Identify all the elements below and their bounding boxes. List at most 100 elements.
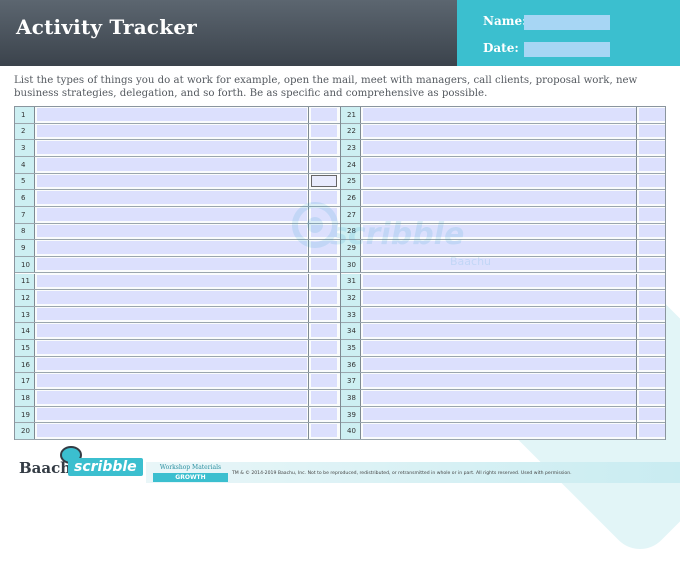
time-field[interactable] <box>311 191 337 204</box>
activity-field[interactable] <box>37 157 307 171</box>
activity-field[interactable] <box>37 291 307 304</box>
activity-field[interactable] <box>37 374 307 388</box>
time-field[interactable] <box>639 157 665 171</box>
activity-field[interactable] <box>363 257 636 271</box>
time-field[interactable] <box>639 124 665 138</box>
date-field[interactable] <box>524 42 610 57</box>
activity-field[interactable] <box>37 341 307 354</box>
activity-field[interactable] <box>37 141 307 154</box>
row-number: 22 <box>341 123 361 140</box>
time-field[interactable] <box>639 357 665 371</box>
activity-field[interactable] <box>37 257 307 271</box>
time-field[interactable] <box>639 141 665 154</box>
time-field[interactable] <box>311 108 337 121</box>
activity-field[interactable] <box>37 391 307 404</box>
time-field[interactable] <box>639 424 665 437</box>
time-field[interactable] <box>311 424 337 437</box>
time-field[interactable] <box>311 307 337 321</box>
activity-field[interactable] <box>37 307 307 321</box>
time-field[interactable] <box>311 357 337 371</box>
time-field[interactable] <box>639 291 665 304</box>
activity-field[interactable] <box>37 424 307 437</box>
time-field[interactable] <box>311 224 337 238</box>
activity-field[interactable] <box>37 224 307 238</box>
activity-field[interactable] <box>363 108 636 121</box>
time-field[interactable] <box>639 207 665 221</box>
row-number: 32 <box>341 290 361 306</box>
time-field[interactable] <box>311 241 337 254</box>
activity-field[interactable] <box>37 191 307 204</box>
time-field[interactable] <box>311 207 337 221</box>
time-field[interactable] <box>311 274 337 288</box>
activity-field[interactable] <box>363 124 636 138</box>
activity-field[interactable] <box>37 274 307 288</box>
time-field[interactable] <box>311 291 337 304</box>
activity-field[interactable] <box>363 241 636 254</box>
time-field[interactable] <box>639 407 665 421</box>
time-field[interactable] <box>639 274 665 288</box>
time-field[interactable] <box>639 391 665 404</box>
cell-divider <box>636 423 637 439</box>
time-field[interactable] <box>639 341 665 354</box>
table-row: 2 <box>15 123 340 141</box>
activity-field[interactable] <box>363 424 636 437</box>
name-field[interactable] <box>524 15 610 30</box>
activity-field[interactable] <box>363 357 636 371</box>
activity-field[interactable] <box>37 357 307 371</box>
activity-field[interactable] <box>37 108 307 121</box>
date-label: Date: <box>483 41 519 55</box>
activity-field[interactable] <box>37 124 307 138</box>
time-field[interactable] <box>311 374 337 388</box>
time-field[interactable] <box>639 374 665 388</box>
activity-field[interactable] <box>37 207 307 221</box>
activity-field[interactable] <box>363 157 636 171</box>
activity-field[interactable] <box>363 307 636 321</box>
time-field[interactable] <box>639 108 665 121</box>
row-number: 30 <box>341 256 361 273</box>
time-field[interactable] <box>639 307 665 321</box>
time-field[interactable] <box>311 407 337 421</box>
activity-field[interactable] <box>37 324 307 338</box>
time-field[interactable] <box>311 257 337 271</box>
time-field[interactable] <box>639 224 665 238</box>
time-field[interactable] <box>639 324 665 338</box>
activity-field[interactable] <box>363 407 636 421</box>
activity-field[interactable] <box>363 207 636 221</box>
time-field[interactable] <box>311 341 337 354</box>
cell-divider <box>308 123 309 140</box>
time-field[interactable] <box>639 191 665 204</box>
activity-field[interactable] <box>363 274 636 288</box>
row-number: 38 <box>341 390 361 406</box>
activity-field[interactable] <box>363 374 636 388</box>
table-row: 9 <box>15 240 340 257</box>
time-field[interactable] <box>639 174 665 188</box>
activity-field[interactable] <box>363 391 636 404</box>
activity-field[interactable] <box>363 174 636 188</box>
activity-field[interactable] <box>363 324 636 338</box>
row-number: 36 <box>341 356 361 373</box>
cell-divider <box>636 256 637 273</box>
activity-field[interactable] <box>363 291 636 304</box>
time-field[interactable] <box>311 157 337 171</box>
time-field[interactable] <box>639 257 665 271</box>
table-row: 7 <box>15 206 340 224</box>
activity-field[interactable] <box>37 174 307 188</box>
row-number: 13 <box>15 306 35 323</box>
time-field[interactable] <box>639 241 665 254</box>
row-number: 7 <box>15 206 35 223</box>
time-field[interactable] <box>311 391 337 404</box>
time-field[interactable] <box>311 174 337 188</box>
activity-field[interactable] <box>37 241 307 254</box>
activity-field[interactable] <box>37 407 307 421</box>
time-field[interactable] <box>311 124 337 138</box>
row-number: 14 <box>15 323 35 340</box>
cell-divider <box>308 290 309 306</box>
time-field[interactable] <box>311 141 337 154</box>
activity-field[interactable] <box>363 224 636 238</box>
activity-field[interactable] <box>363 191 636 204</box>
row-number: 33 <box>341 306 361 323</box>
activity-field[interactable] <box>363 341 636 354</box>
time-field[interactable] <box>311 324 337 338</box>
cell-divider <box>636 140 637 156</box>
activity-field[interactable] <box>363 141 636 154</box>
